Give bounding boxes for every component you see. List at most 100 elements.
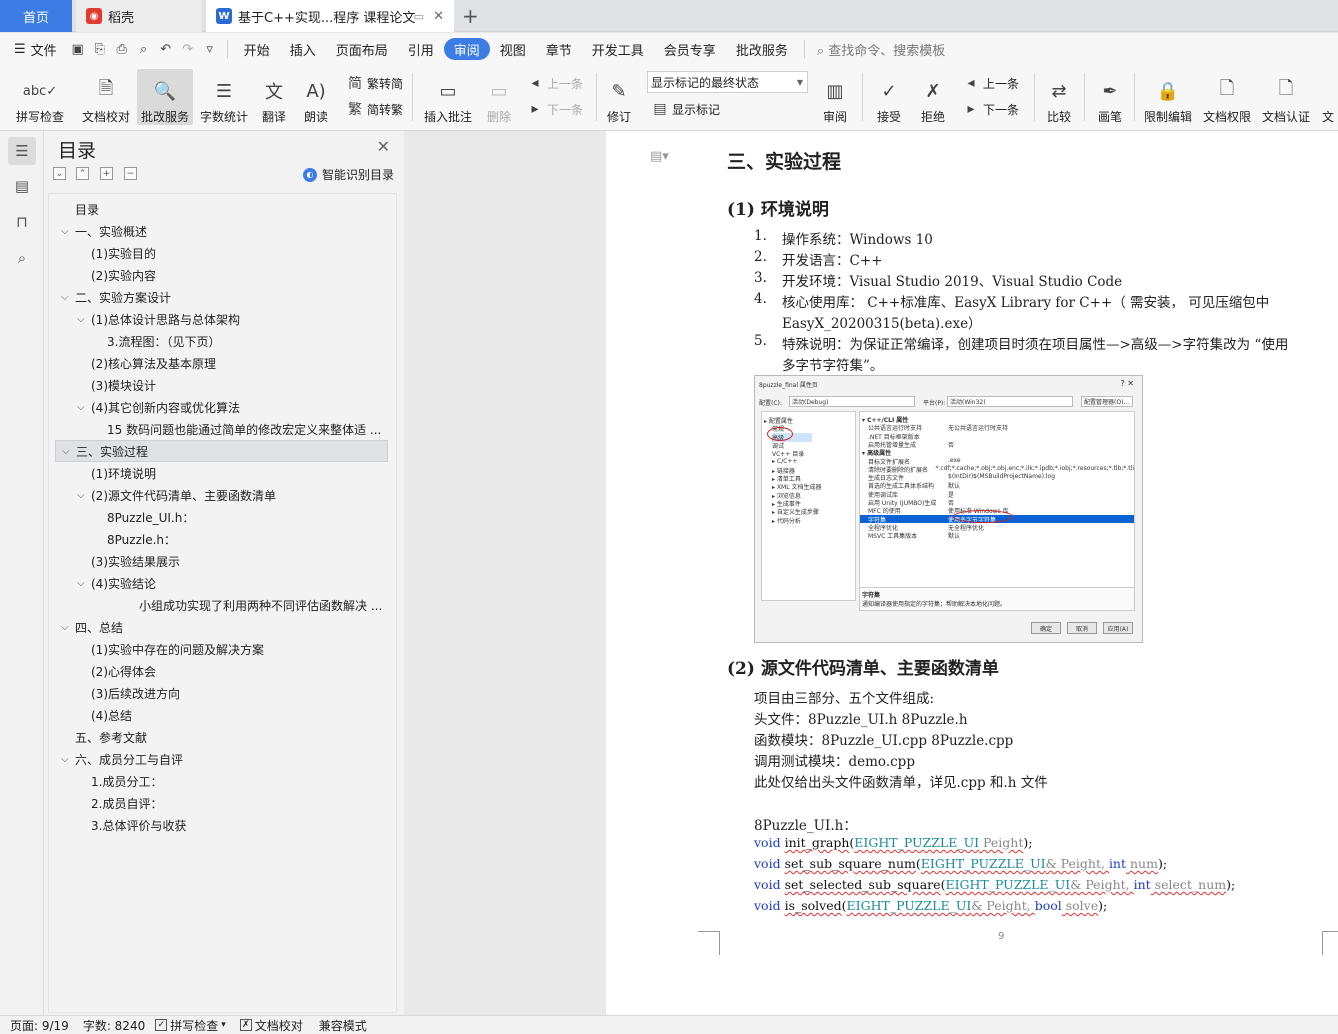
toc-item[interactable]: (3)后续改进方向	[77, 682, 392, 704]
smart-toc-button[interactable]: ◐ 智能识别目录	[302, 166, 394, 183]
menu-item[interactable]: 章节	[536, 38, 582, 60]
menu-item[interactable]: 引用	[398, 38, 444, 60]
save-icon[interactable]: ▣	[67, 38, 89, 60]
chevron-down-icon[interactable]: ⌵	[62, 446, 76, 457]
toc-item[interactable]: (1)实验目的	[77, 242, 392, 264]
pin-icon[interactable]: ▭	[414, 10, 424, 23]
add-heading-icon[interactable]: +	[100, 167, 113, 180]
spell-check-status[interactable]: ✓ 拼写检查 ▾	[155, 1017, 226, 1034]
doc-permission-button[interactable]: 🗋 文档权限	[1199, 69, 1255, 125]
search-commands[interactable]: ⌕ 查找命令、搜索模板	[817, 40, 945, 59]
toc-item[interactable]: 小组成功实现了利用两种不同评估函数解决 ...	[125, 594, 392, 616]
chapter-icon[interactable]: ▤	[8, 172, 36, 200]
menu-item[interactable]: 页面布局	[326, 38, 398, 60]
toc-item[interactable]: 2.成员自评：	[77, 792, 392, 814]
doc-proof-button[interactable]: 🗎 文档校对	[78, 69, 134, 125]
toc-item[interactable]: 五、参考文献	[61, 726, 392, 748]
reject-button[interactable]: ✗ 拒绝	[914, 69, 952, 125]
tab-home[interactable]: 首页	[0, 0, 72, 32]
print-preview-icon[interactable]: ⌕	[133, 38, 155, 60]
toc-item[interactable]: (3)模块设计	[77, 374, 392, 396]
menu-item[interactable]: 开始	[234, 38, 280, 60]
accept-button[interactable]: ✓ 接受	[870, 69, 908, 125]
chevron-down-icon[interactable]: ⌵	[77, 314, 91, 325]
file-menu[interactable]: ☰ 文件	[0, 38, 67, 60]
paragraph-menu-icon[interactable]: ▤▾	[650, 149, 669, 164]
toc-item[interactable]: ⌵ 三、实验过程	[55, 440, 388, 462]
toc-item[interactable]: 3.总体评价与收获	[77, 814, 392, 836]
tab-document[interactable]: W 基于C++实现...程序 课程论文 ▭ ✕	[206, 0, 454, 32]
review-pane-button[interactable]: ▥ 审阅	[816, 69, 854, 125]
next-change-button[interactable]: ▸ 下一条	[962, 98, 1019, 120]
menu-item[interactable]: 批改服务	[726, 38, 798, 60]
toc-item[interactable]: (2)核心算法及基本原理	[77, 352, 392, 374]
toc-item[interactable]: ⌵ (2)源文件代码清单、主要函数清单	[77, 484, 392, 506]
chevron-down-icon[interactable]: ⌵	[77, 490, 91, 501]
toc-item[interactable]: 目录	[75, 198, 392, 220]
toc-item[interactable]: (4)总结	[77, 704, 392, 726]
chevron-down-icon[interactable]: ⌵	[77, 578, 91, 589]
page-indicator[interactable]: 页面: 9/19	[10, 1017, 69, 1034]
menu-item[interactable]: 会员专享	[654, 38, 726, 60]
prev-comment-button[interactable]: ◂ 上一条	[526, 72, 583, 94]
chevron-down-icon[interactable]: ⌵	[61, 292, 75, 303]
simp-to-trad-button[interactable]: 繁简转繁	[346, 98, 403, 120]
review-service-button[interactable]: 🔍 批改服务	[137, 69, 193, 125]
toc-item[interactable]: ⌵ 四、总结	[61, 616, 392, 638]
bookmark-icon[interactable]: ⊓	[8, 208, 36, 236]
show-markup-button[interactable]: ▤ 显示标记	[651, 98, 720, 120]
menu-item[interactable]: 插入	[280, 38, 326, 60]
doc-cert-button[interactable]: 🗋 文档认证	[1258, 69, 1314, 125]
document-page[interactable]: ▤▾ 三、实验过程 (1) 环境说明 8puzzle_final 属性页 ? ✕…	[606, 131, 1338, 1015]
toc-item[interactable]: (2)实验内容	[77, 264, 392, 286]
doc-proof-status[interactable]: ✗ 文档校对	[239, 1017, 303, 1034]
word-count-indicator[interactable]: 字数: 8240	[83, 1017, 145, 1034]
next-comment-button[interactable]: ▸ 下一条	[526, 98, 583, 120]
toc-item[interactable]: (1)实验中存在的问题及解决方案	[77, 638, 392, 660]
print-icon[interactable]: ⎙	[111, 38, 133, 60]
toc-item[interactable]: ⌵ 一、实验概述	[61, 220, 392, 242]
trad-to-simp-button[interactable]: 简繁转简	[346, 72, 403, 94]
pen-button[interactable]: ✒ 画笔	[1092, 69, 1128, 125]
toc-item[interactable]: (3)实验结果展示	[77, 550, 392, 572]
toc-icon[interactable]: ☰	[8, 137, 36, 165]
menu-item[interactable]: 开发工具	[582, 38, 654, 60]
menu-item[interactable]: 视图	[490, 38, 536, 60]
collapse-all-icon[interactable]: ⌄	[53, 167, 66, 180]
toc-item[interactable]: ⌵ (1)总体设计思路与总体架构	[77, 308, 392, 330]
delete-comment-button[interactable]: ▭ 删除	[480, 69, 518, 125]
toc-item[interactable]: 8Puzzle_UI.h：	[93, 506, 392, 528]
close-tab-icon[interactable]: ✕	[433, 9, 444, 24]
search-icon[interactable]: ⌕	[8, 244, 36, 272]
translate-button[interactable]: 文翻译	[254, 69, 294, 125]
toc-item[interactable]: ⌵ 二、实验方案设计	[61, 286, 392, 308]
toc-item[interactable]: ⌵ (4)其它创新内容或优化算法	[77, 396, 392, 418]
toc-item[interactable]: ⌵ (4)实验结论	[77, 572, 392, 594]
redo-icon[interactable]: ↷	[177, 38, 199, 60]
word-count-button[interactable]: ☰ 字数统计	[197, 69, 251, 125]
toc-item[interactable]: (2)心得体会	[77, 660, 392, 682]
prev-change-button[interactable]: ◂ 上一条	[962, 72, 1019, 94]
toc-item[interactable]: 15 数码问题也能通过简单的修改宏定义来整体适 ...	[93, 418, 392, 440]
expand-up-icon[interactable]: ⌃	[76, 167, 89, 180]
restrict-edit-button[interactable]: 🔒 限制编辑	[1140, 69, 1196, 125]
track-changes-button[interactable]: ✎ 修订	[600, 69, 638, 125]
undo-icon[interactable]: ↶	[155, 38, 177, 60]
spell-check-button[interactable]: abc✓ 拼写检查	[8, 69, 72, 125]
menu-item[interactable]: 审阅	[443, 38, 490, 60]
new-tab-button[interactable]: +	[462, 4, 479, 28]
export-pdf-icon[interactable]: ⎘	[89, 38, 111, 60]
toc-item[interactable]: 3.流程图：（见下页）	[93, 330, 392, 352]
compare-button[interactable]: ⇄ 比较	[1040, 69, 1078, 125]
toc-item[interactable]: ⌵ 六、成员分工与自评	[61, 748, 392, 770]
quick-access-dropdown-icon[interactable]: ▿	[199, 38, 221, 60]
markup-state-select[interactable]: 显示标记的最终状态 ▼	[647, 71, 808, 93]
chevron-down-icon[interactable]: ⌵	[77, 402, 91, 413]
close-icon[interactable]: ✕	[377, 137, 390, 156]
insert-comment-button[interactable]: ▭ 插入批注	[420, 69, 476, 125]
chevron-down-icon[interactable]: ⌵	[61, 622, 75, 633]
toc-item[interactable]: 8Puzzle.h：	[93, 528, 392, 550]
ribbon-more-button[interactable]: 文	[1318, 69, 1338, 125]
read-aloud-button[interactable]: A) 朗读	[298, 69, 334, 125]
toc-item[interactable]: 1.成员分工：	[77, 770, 392, 792]
